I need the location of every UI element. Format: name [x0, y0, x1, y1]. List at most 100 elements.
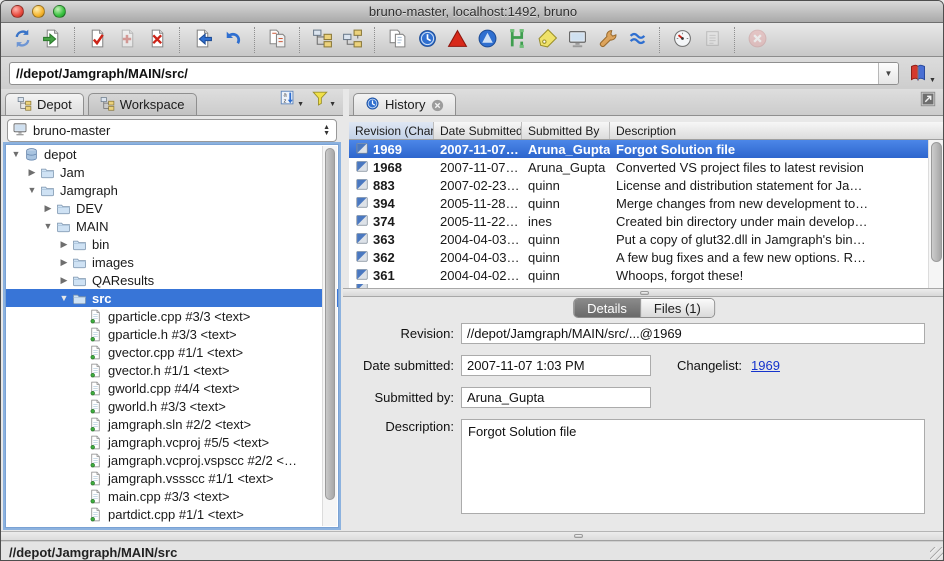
tree-item-jamgraph.sln[interactable]: jamgraph.sln #2/2 <text>: [6, 415, 338, 433]
description-field[interactable]: Forgot Solution file: [461, 419, 925, 514]
splitter-handle[interactable]: [574, 534, 583, 538]
detach-pane-button[interactable]: [919, 90, 937, 111]
administration-button[interactable]: [593, 26, 621, 54]
label-button[interactable]: [533, 26, 561, 54]
revision-field[interactable]: [461, 323, 925, 344]
tree-item-gparticle.cpp[interactable]: gparticle.cpp #3/3 <text>: [6, 307, 338, 325]
tab-depot[interactable]: Depot: [5, 93, 84, 115]
tree-item-Jamgraph[interactable]: ▼ Jamgraph: [6, 181, 338, 199]
workspace-selector[interactable]: bruno-master ▲ ▼: [7, 119, 337, 142]
splitter-handle[interactable]: [639, 290, 649, 295]
tree-item-jamgraph.vcproj[interactable]: jamgraph.vcproj #5/5 <text>: [6, 433, 338, 451]
tab-history[interactable]: History: [353, 93, 457, 115]
history-row-1968[interactable]: 1968 2007-11-07… Aruna_Gupta Converted VS p…: [349, 158, 943, 176]
history-row-883[interactable]: 883 2007-02-23… quinn License and distribut…: [349, 176, 943, 194]
integrate-button[interactable]: [308, 26, 336, 54]
checkout-button[interactable]: [83, 26, 111, 54]
disclosure-triangle-icon[interactable]: ▶: [58, 257, 70, 268]
history-details-splitter[interactable]: [343, 288, 943, 297]
tree-item-gworld.h[interactable]: gworld.h #3/3 <text>: [6, 397, 338, 415]
dashboard-button[interactable]: [668, 26, 696, 54]
file-icon: [86, 326, 104, 342]
details-status-splitter[interactable]: [1, 531, 943, 541]
submit-icon: [192, 28, 213, 52]
tree-item-jamgraph.vssscc[interactable]: jamgraph.vssscc #1/1 <text>: [6, 469, 338, 487]
tree-item-src[interactable]: ▼ src: [6, 289, 338, 307]
tree-item-main.cpp[interactable]: main.cpp #3/3 <text>: [6, 487, 338, 505]
disclosure-triangle-icon[interactable]: ▶: [58, 239, 70, 250]
history-row-363[interactable]: 363 2004-04-03… quinn Put a copy of glut32.…: [349, 230, 943, 248]
get-latest-button[interactable]: [38, 26, 66, 54]
title-bar[interactable]: bruno-master, localhost:1492, bruno: [1, 1, 943, 23]
copy-button[interactable]: [383, 26, 411, 54]
history-scrollbar[interactable]: [928, 140, 943, 288]
column-header-submitted-by[interactable]: Submitted By: [522, 122, 610, 139]
tree-item-gworld.cpp[interactable]: gworld.cpp #4/4 <text>: [6, 379, 338, 397]
disclosure-triangle-icon[interactable]: ▶: [26, 167, 38, 178]
history-row-394[interactable]: 394 2005-11-28… quinn Merge changes from ne…: [349, 194, 943, 212]
history-row-361[interactable]: 361 2004-04-02… quinn Whoops, forgot these!: [349, 266, 943, 284]
tree-item-bin[interactable]: ▶ bin: [6, 235, 338, 253]
tree-item-DEV[interactable]: ▶ DEV: [6, 199, 338, 217]
refresh-button[interactable]: [8, 26, 36, 54]
changelist-link[interactable]: 1969: [751, 358, 780, 373]
history-row-1969[interactable]: 1969 2007-11-07… Aruna_Gupta Forgot Solutio…: [349, 140, 943, 158]
date-submitted-field[interactable]: [461, 355, 651, 376]
branch-icon: [342, 28, 363, 52]
minimize-window-button[interactable]: [32, 5, 45, 18]
tree-item-images[interactable]: ▶ images: [6, 253, 338, 271]
stop-button[interactable]: [743, 26, 771, 54]
timelapse-view-button[interactable]: [413, 26, 441, 54]
tab-workspace[interactable]: Workspace: [87, 93, 197, 115]
mark-for-delete-button[interactable]: [143, 26, 171, 54]
tree-item-Jam[interactable]: ▶ Jam: [6, 163, 338, 181]
tree-item-partdict.cpp[interactable]: partdict.cpp #1/1 <text>: [6, 505, 338, 523]
merge-tool-button[interactable]: [473, 26, 501, 54]
submitted-by-field[interactable]: [461, 387, 651, 408]
disclosure-triangle-icon[interactable]: ▼: [10, 149, 22, 159]
branch-view-button[interactable]: [503, 26, 531, 54]
column-header-description[interactable]: Description: [610, 122, 943, 139]
close-window-button[interactable]: [11, 5, 24, 18]
tree-item-depot[interactable]: ▼ depot: [6, 145, 338, 163]
filter-button[interactable]: ▼: [311, 89, 336, 110]
tab-files[interactable]: Files (1): [639, 299, 714, 317]
zoom-window-button[interactable]: [53, 5, 66, 18]
disclosure-triangle-icon[interactable]: ▼: [26, 185, 38, 195]
sort-button[interactable]: az ▼: [279, 89, 304, 110]
mark-for-add-button[interactable]: [113, 26, 141, 54]
tree-item-gvector.h[interactable]: gvector.h #1/1 <text>: [6, 361, 338, 379]
branch-button[interactable]: [338, 26, 366, 54]
tree-item-gparticle.h[interactable]: gparticle.h #3/3 <text>: [6, 325, 338, 343]
tab-details[interactable]: Details: [574, 299, 640, 317]
diff-button[interactable]: [263, 26, 291, 54]
tree-item-gvector.cpp[interactable]: gvector.cpp #1/1 <text>: [6, 343, 338, 361]
column-header-date-submitted[interactable]: Date Submitted: [434, 122, 522, 139]
revision-graph-button[interactable]: [443, 26, 471, 54]
tree-item-MAIN[interactable]: ▼ MAIN: [6, 217, 338, 235]
address-input[interactable]: [10, 63, 878, 84]
streams-button[interactable]: [623, 26, 651, 54]
disclosure-triangle-icon[interactable]: ▼: [58, 293, 70, 303]
tree-item-QAResults[interactable]: ▶ QAResults: [6, 271, 338, 289]
address-combo[interactable]: ▼: [9, 62, 899, 85]
log-button[interactable]: [698, 26, 726, 54]
workspaces-button[interactable]: [563, 26, 591, 54]
submit-button[interactable]: [188, 26, 216, 54]
address-dropdown-arrow-icon[interactable]: ▼: [878, 63, 898, 84]
tree-scrollbar[interactable]: [322, 146, 337, 526]
tree-item-jamgraph.vcproj.vspscc[interactable]: jamgraph.vcproj.vspscc #2/2 <…: [6, 451, 338, 469]
history-row-362[interactable]: 362 2004-04-03… quinn A few bug fixes and a…: [349, 248, 943, 266]
stepper-arrows-icon[interactable]: ▲ ▼: [323, 124, 332, 137]
history-scrollbar-thumb[interactable]: [931, 142, 942, 262]
resize-grip[interactable]: [930, 547, 943, 560]
column-header-revision[interactable]: Revision (Char ▼: [349, 122, 434, 139]
bookmarks-button[interactable]: ▼: [907, 62, 937, 86]
disclosure-triangle-icon[interactable]: ▼: [42, 221, 54, 231]
tab-close-icon[interactable]: [430, 98, 444, 112]
history-row-374[interactable]: 374 2005-11-22… ines Created bin directory …: [349, 212, 943, 230]
revert-button[interactable]: [218, 26, 246, 54]
disclosure-triangle-icon[interactable]: ▶: [42, 203, 54, 214]
tree-scrollbar-thumb[interactable]: [325, 148, 335, 500]
disclosure-triangle-icon[interactable]: ▶: [58, 275, 70, 286]
